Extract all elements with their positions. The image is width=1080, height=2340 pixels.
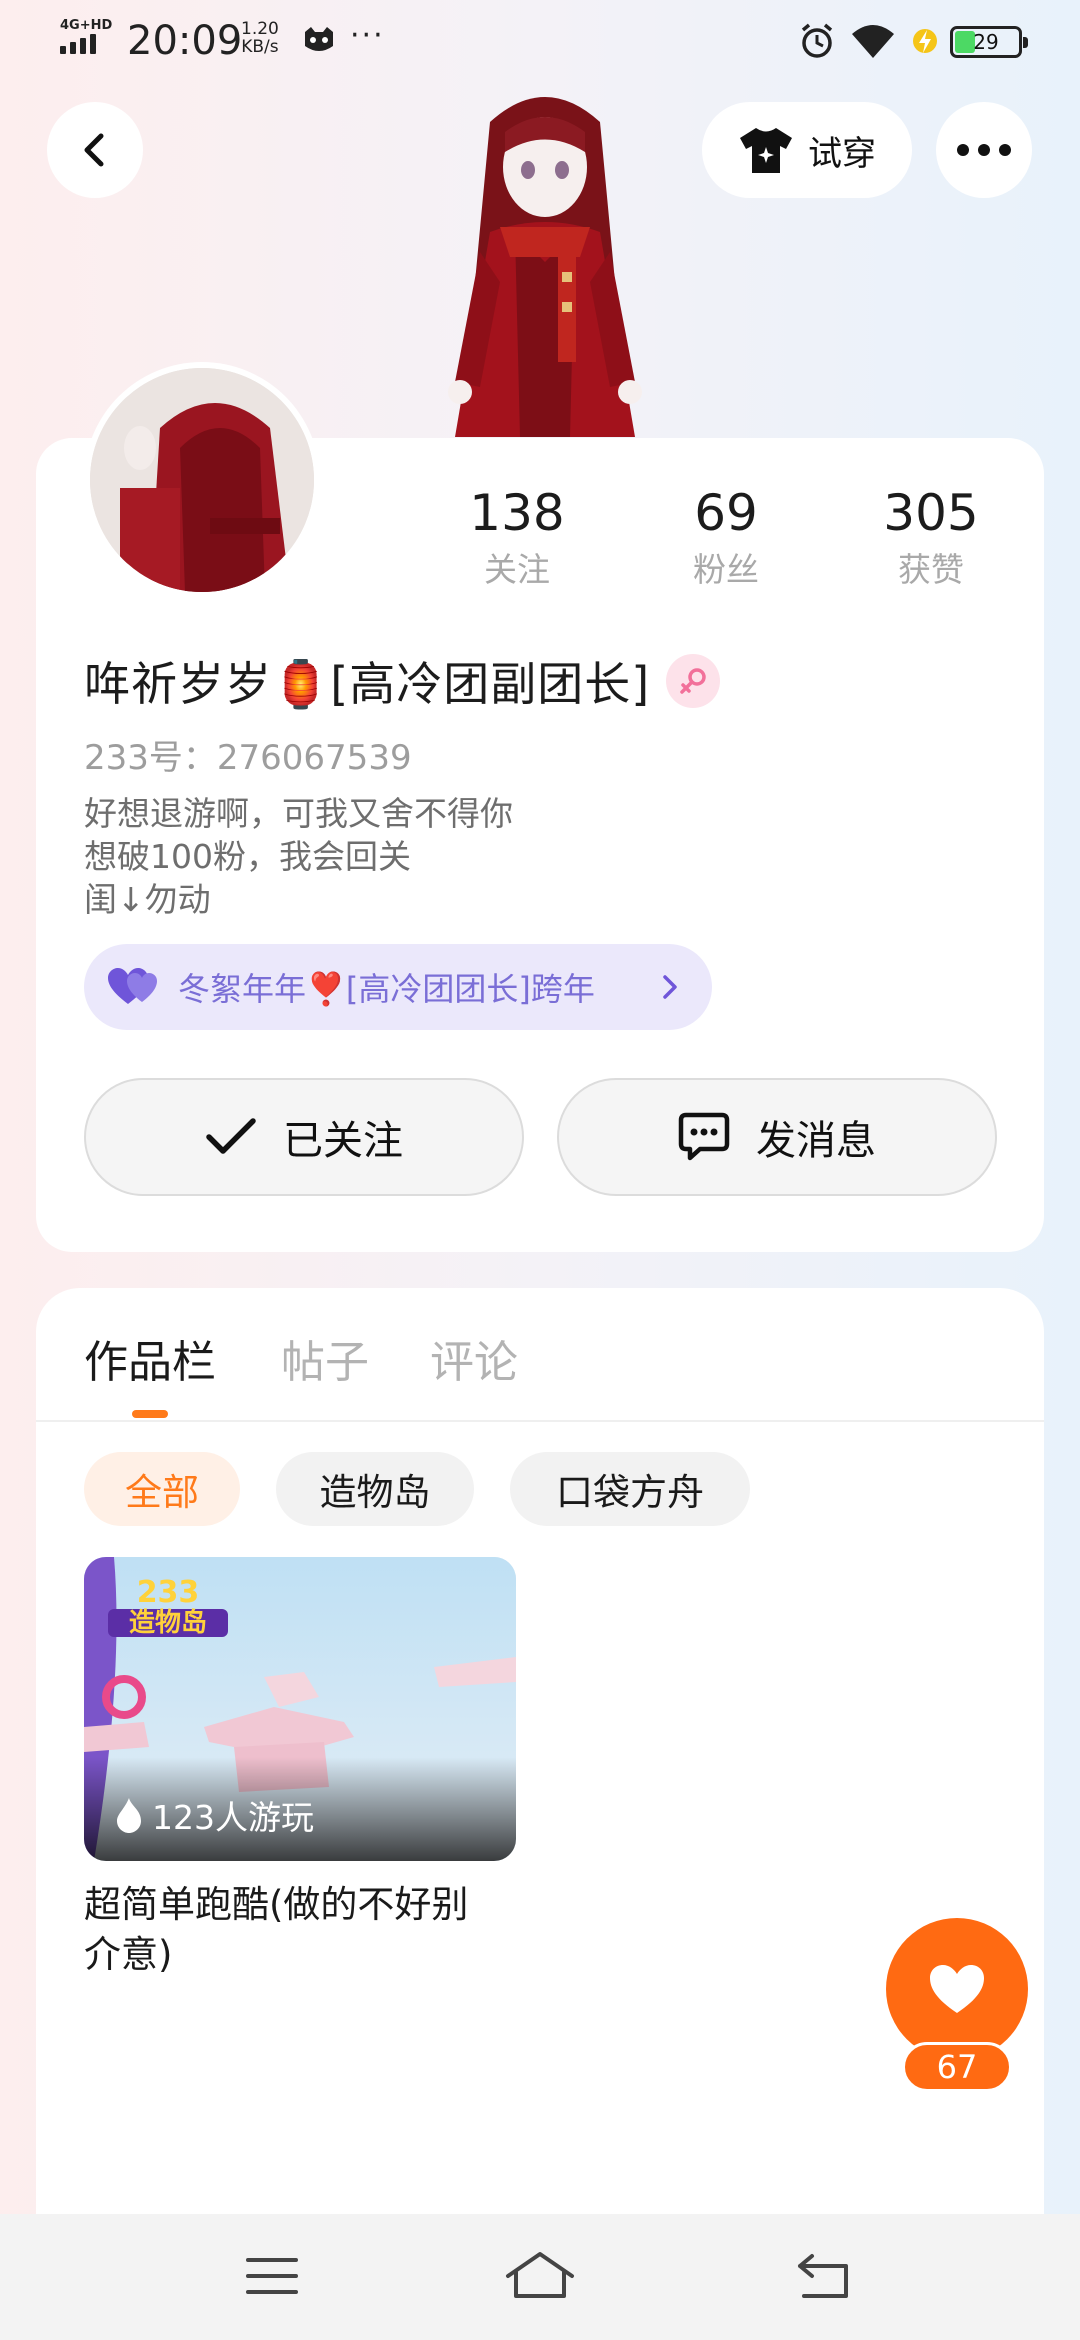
fans-count: 69 [694,484,758,542]
nickname: 哖祈岁岁🏮[高冷团副团长] [84,657,651,711]
bio-line: 闺↓勿动 [84,880,211,919]
back-icon[interactable] [794,2248,854,2304]
back-button[interactable] [47,102,143,198]
filter-chip-creation-island[interactable]: 造物岛 [276,1452,474,1526]
game-logo-number: 233 [136,1575,200,1610]
charging-icon [913,29,937,53]
avatar[interactable] [84,362,320,598]
flame-icon [117,1798,141,1833]
user-id: 233号：276067539 [84,738,412,778]
tab-comments[interactable]: 评论 [430,1326,518,1390]
title-badge-pill[interactable]: 冬絮年年❣️[高冷团团长]跨年 [84,944,712,1030]
bio-line: 想破100粉，我会回关 [84,837,411,876]
followed-button[interactable]: 已关注 [84,1078,524,1196]
try-on-button[interactable]: 试穿 [702,102,912,198]
network-speed: 1.20 KB/s [241,20,279,56]
following-count: 138 [469,484,565,542]
game-plays: 123人游玩 [114,1791,314,1839]
followed-label: 已关注 [283,1118,403,1164]
stat-fans[interactable]: 69 粉丝 [646,478,806,592]
filter-chip-all[interactable]: 全部 [84,1452,240,1526]
filter-chip-pocket-ark[interactable]: 口袋方舟 [510,1452,750,1526]
game-plays-count: 123人游玩 [152,1798,314,1837]
game-title[interactable]: 超简单跑酷(做的不好别介意) [84,1880,504,1980]
like-count: 67 [902,2042,1012,2092]
shirt-icon [740,128,792,173]
double-heart-icon [108,968,157,1004]
wifi-icon [852,25,894,58]
like-button[interactable] [886,1918,1028,2060]
avatar-figure [448,97,642,437]
bio: 好想退游啊，可我又舍不得你 想破100粉，我会回关 闺↓勿动 [84,792,513,921]
tab-divider [36,1420,1044,1422]
chevron-left-icon [84,133,104,167]
speed-unit: KB/s [241,37,279,57]
alarm-icon [801,23,833,58]
home-icon[interactable] [504,2248,576,2304]
send-message-button[interactable]: 发消息 [557,1078,997,1196]
check-icon [206,1118,256,1154]
signal-icon [60,34,96,54]
likes-received-count: 305 [883,484,979,542]
stat-following[interactable]: 138 关注 [437,478,597,592]
bio-line: 好想退游啊，可我又舍不得你 [84,794,513,833]
status-time: 20:09 [127,18,243,64]
nickname-row: 哖祈岁岁🏮[高冷团副团长] [84,648,721,714]
stat-likes[interactable]: 305 获赞 [851,478,1011,592]
cat-face-icon [305,27,333,51]
active-tab-indicator [132,1410,168,1418]
system-nav-bar [0,2214,1080,2340]
avatar-image [90,368,314,592]
status-bar: 4G+HD 20:09 1.20 KB/s ··· 29 [0,0,1080,80]
send-message-label: 发消息 [756,1118,876,1164]
tab-works[interactable]: 作品栏 [84,1326,216,1390]
more-dots-icon [957,144,1011,156]
more-options-button[interactable] [936,102,1032,198]
network-type: 4G+HD [60,18,113,33]
heart-icon [930,1965,984,2013]
title-badge-text: 冬絮年年❣️[高冷团团长]跨年 [178,970,595,1008]
try-on-label: 试穿 [808,133,876,174]
speed-value: 1.20 [241,19,279,39]
status-more: ··· [350,18,385,53]
likes-received-label: 获赞 [898,550,964,589]
message-bubble-icon [678,1112,730,1161]
fans-label: 粉丝 [693,550,759,589]
game-logo-name: 造物岛 [108,1609,228,1637]
chevron-right-icon [663,975,677,999]
battery-level: 29 [973,30,999,54]
menu-icon[interactable] [242,2248,302,2304]
female-gender-icon [666,654,721,708]
following-label: 关注 [484,550,550,589]
game-card[interactable]: 233 造物岛 123人游玩 [84,1557,516,1861]
tab-posts[interactable]: 帖子 [281,1326,369,1390]
game-logo: 233 造物岛 [108,1577,228,1637]
battery-icon: 29 [950,26,1028,58]
